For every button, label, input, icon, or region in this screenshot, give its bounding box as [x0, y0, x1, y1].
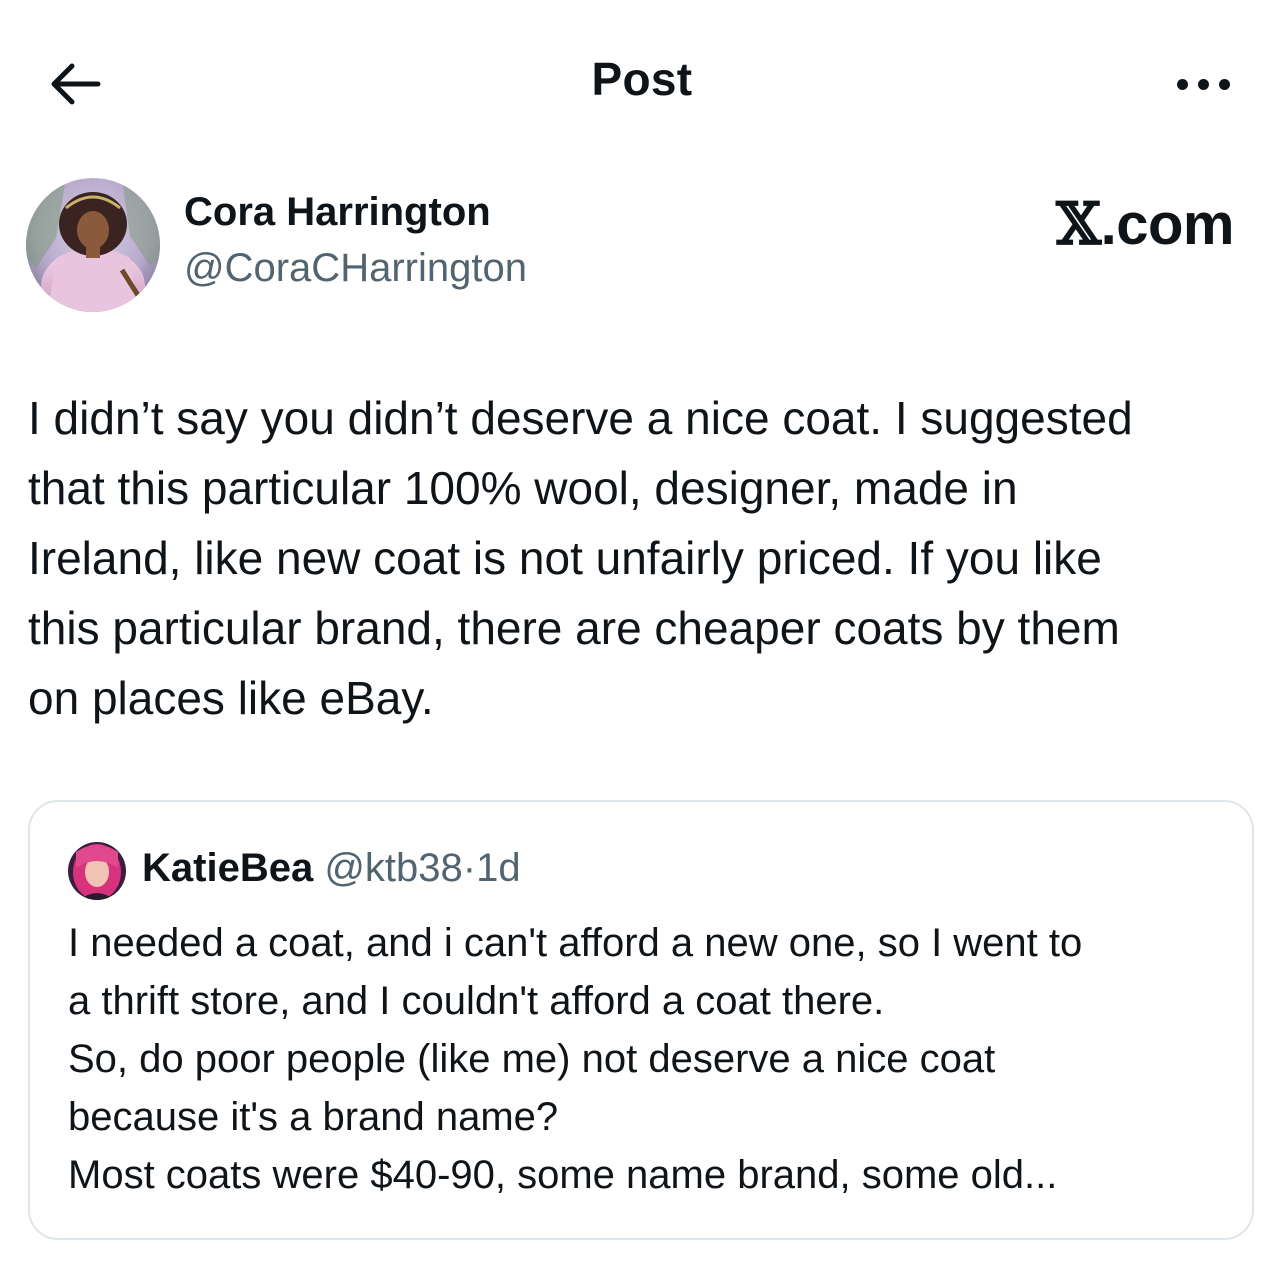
quoted-author-avatar[interactable] [68, 842, 126, 900]
quoted-author-handle[interactable]: @ktb38 [324, 846, 462, 890]
post-text: I didn’t say you didn’t deserve a nice c… [28, 392, 1133, 724]
x-logo-icon: 𝕏 [1056, 190, 1101, 258]
page-title: Post [591, 53, 693, 105]
meta-separator: · [462, 846, 477, 890]
quoted-avatar-illustration [68, 842, 126, 900]
quoted-author-name[interactable]: KatieBea [142, 846, 313, 890]
top-bar: Post [0, 0, 1284, 165]
quoted-post-card[interactable]: KatieBea @ktb38·1d I needed a coat, and … [28, 800, 1254, 1240]
more-horizontal-icon [1177, 78, 1188, 90]
avatar-illustration [26, 178, 160, 312]
more-options-button[interactable] [1140, 52, 1230, 116]
author-name[interactable]: Cora Harrington [184, 190, 491, 235]
quoted-post-time[interactable]: 1d [476, 846, 521, 890]
brand-suffix: .com [1100, 192, 1235, 257]
quoted-post-text: I needed a coat, and i can't afford a ne… [68, 921, 1083, 1197]
quoted-post-meta: KatieBea @ktb38·1d [142, 846, 521, 891]
author-handle[interactable]: @CoraCHarrington [184, 246, 527, 291]
author-avatar[interactable] [26, 178, 160, 312]
x-com-watermark: 𝕏.com [1056, 190, 1234, 258]
